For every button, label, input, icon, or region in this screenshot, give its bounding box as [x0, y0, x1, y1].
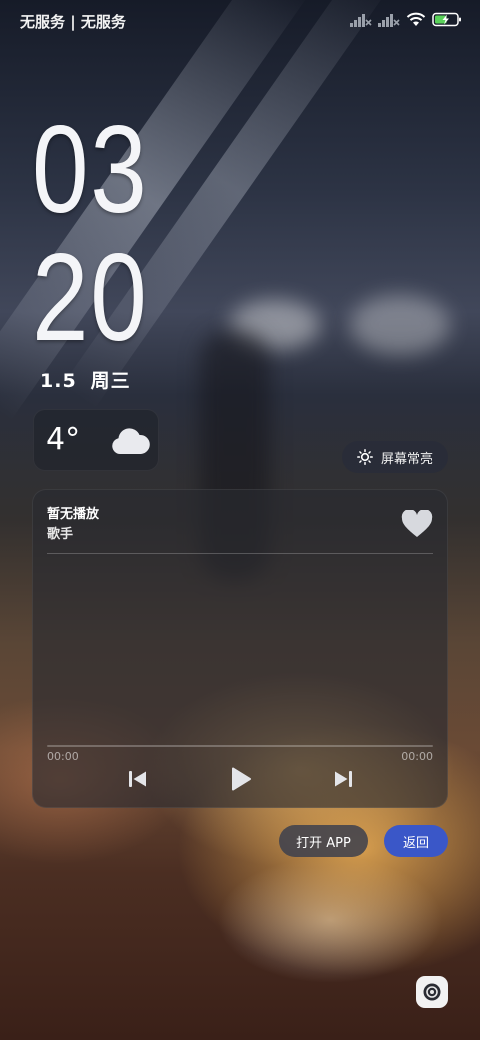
back-button[interactable]: 返回	[384, 825, 448, 857]
weekday-text: 周三	[90, 370, 131, 392]
progress-bar[interactable]	[47, 745, 433, 747]
camera-button[interactable]	[416, 976, 448, 1008]
date-text: 1.5	[40, 370, 77, 392]
status-icons	[350, 12, 462, 27]
temperature: 4°	[46, 422, 81, 457]
battery-charging-icon	[432, 12, 461, 27]
clock-hour: 03	[32, 101, 149, 239]
cloud-icon	[112, 428, 150, 454]
current-time: 00:00	[47, 750, 79, 763]
date-line: 1.5 周三	[40, 366, 131, 393]
signal-2-off-icon	[378, 13, 400, 27]
open-app-button[interactable]: 打开 APP	[279, 825, 368, 857]
wifi-icon	[406, 12, 426, 26]
always-on-toggle[interactable]: 屏幕常亮	[342, 441, 448, 473]
song-artist: 歌手	[47, 527, 74, 542]
previous-icon	[129, 771, 146, 787]
background-highlight	[350, 295, 450, 355]
previous-button[interactable]	[125, 766, 151, 792]
play-button[interactable]	[228, 766, 254, 792]
camera-icon	[423, 983, 441, 1001]
play-icon	[232, 767, 251, 791]
weather-widget[interactable]: 4°	[33, 409, 159, 471]
signal-1-off-icon	[350, 13, 372, 27]
next-button[interactable]	[330, 766, 356, 792]
song-title: 暂无播放	[47, 507, 100, 522]
player-divider	[47, 553, 433, 554]
total-time: 00:00	[401, 750, 433, 763]
carrier-label: 无服务 | 无服务	[20, 13, 126, 31]
next-icon	[335, 771, 352, 787]
always-on-label: 屏幕常亮	[380, 451, 433, 467]
status-bar: 无服务 | 无服务	[0, 0, 480, 42]
clock-minute: 20	[32, 229, 149, 367]
sun-icon	[357, 449, 373, 465]
music-player-card[interactable]: 暂无播放 歌手 00:00 00:00	[32, 489, 448, 808]
heart-icon[interactable]	[401, 510, 433, 538]
